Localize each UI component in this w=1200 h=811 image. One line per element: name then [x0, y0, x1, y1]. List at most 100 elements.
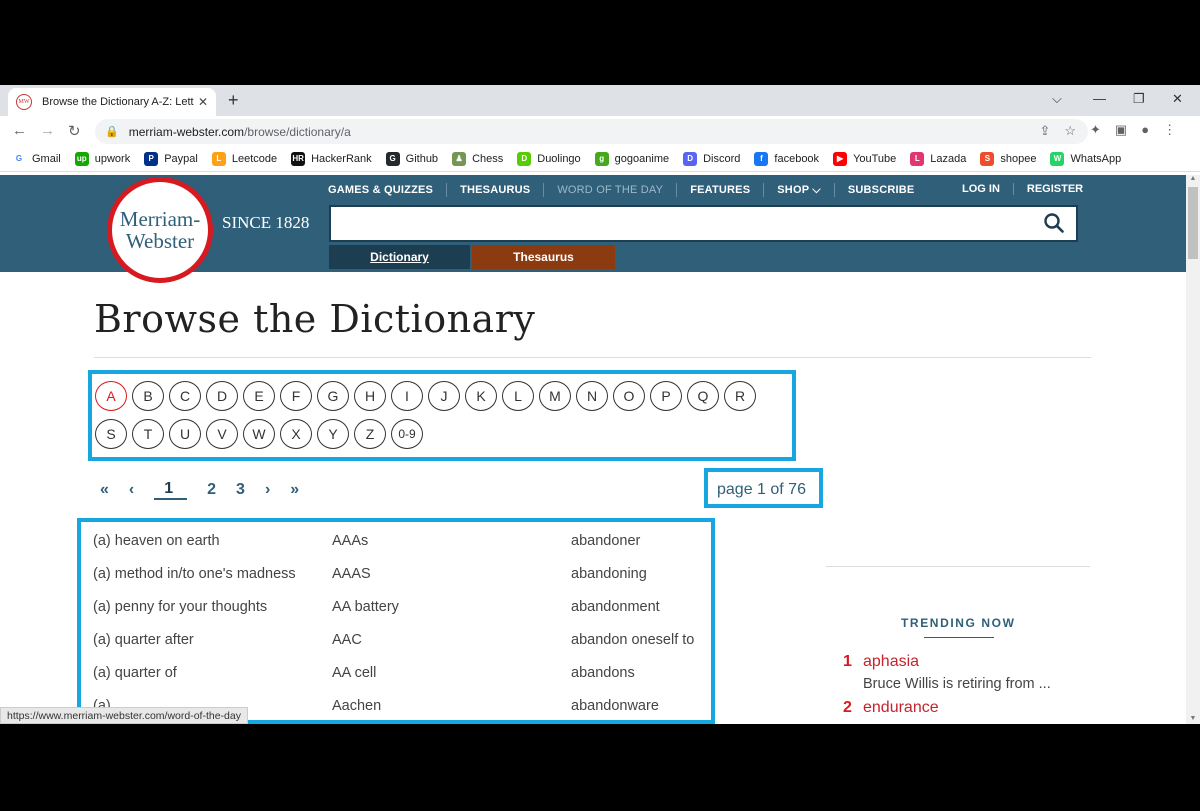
letter-link-j[interactable]: J — [428, 381, 460, 411]
letter-link-z[interactable]: Z — [354, 419, 386, 449]
letter-link-c[interactable]: C — [169, 381, 201, 411]
bookmark-lazada[interactable]: L Lazada — [910, 151, 966, 166]
letter-link-b[interactable]: B — [132, 381, 164, 411]
letter-link-r[interactable]: R — [724, 381, 756, 411]
letter-link-y[interactable]: Y — [317, 419, 349, 449]
bookmark-duolingo[interactable]: D Duolingo — [517, 151, 581, 166]
letter-link-e[interactable]: E — [243, 381, 275, 411]
forward-icon[interactable]: → — [40, 122, 55, 139]
word-link[interactable]: (a) quarter of — [93, 665, 332, 685]
register-link[interactable]: REGISTER — [1027, 183, 1083, 195]
browser-tab[interactable]: MW Browse the Dictionary A-Z: Lette ✕ — [8, 88, 216, 116]
tab-dictionary[interactable]: Dictionary — [329, 245, 470, 269]
trending-desc[interactable]: Bruce Willis is retiring from ... — [863, 676, 1051, 692]
login-link[interactable]: LOG IN — [962, 183, 1000, 195]
bookmark-facebook[interactable]: f facebook — [754, 151, 819, 166]
word-link[interactable]: abandonware — [571, 698, 713, 718]
letter-link-g[interactable]: G — [317, 381, 349, 411]
tab-search-icon[interactable]: ⌵ — [1052, 91, 1062, 107]
reload-icon[interactable]: ↻ — [68, 122, 81, 140]
page-link-3[interactable]: 3 — [236, 481, 245, 499]
word-link[interactable]: AAAs — [332, 533, 571, 553]
page-link-2[interactable]: 2 — [207, 481, 216, 499]
word-link[interactable]: abandonment — [571, 599, 713, 619]
back-icon[interactable]: ← — [12, 122, 27, 139]
letter-link-0-9[interactable]: 0-9 — [391, 419, 423, 449]
word-link[interactable]: Aachen — [332, 698, 571, 718]
word-link[interactable]: abandoner — [571, 533, 713, 553]
bookmark-hackerrank[interactable]: HR HackerRank — [291, 151, 372, 166]
extensions-icon[interactable]: ✦ — [1090, 122, 1101, 138]
word-link[interactable]: AAAS — [332, 566, 571, 586]
scrollbar-thumb[interactable] — [1188, 187, 1198, 259]
word-link[interactable]: abandons — [571, 665, 713, 685]
word-link[interactable]: (a) heaven on earth — [93, 533, 332, 553]
bookmark-github[interactable]: G Github — [385, 151, 438, 166]
word-link[interactable]: AA cell — [332, 665, 571, 685]
profile-avatar-icon[interactable]: ● — [1141, 122, 1149, 138]
word-link[interactable]: (a) quarter after — [93, 632, 332, 652]
bookmark-leetcode[interactable]: L Leetcode — [211, 151, 277, 166]
letter-link-i[interactable]: I — [391, 381, 423, 411]
merriam-webster-logo[interactable]: Merriam- Webster — [107, 177, 213, 283]
letter-link-a[interactable]: A — [95, 381, 127, 411]
nav-item-games-quizzes[interactable]: GAMES & QUIZZES — [328, 183, 448, 197]
letter-link-d[interactable]: D — [206, 381, 238, 411]
bookmark-discord[interactable]: D Discord — [683, 151, 740, 166]
search-input[interactable] — [329, 205, 1078, 242]
letter-link-t[interactable]: T — [132, 419, 164, 449]
bookmark-gogoanime[interactable]: g gogoanime — [594, 151, 669, 166]
letter-link-l[interactable]: L — [502, 381, 534, 411]
bookmark-shopee[interactable]: Sshopee — [980, 151, 1036, 166]
letter-link-k[interactable]: K — [465, 381, 497, 411]
bookmark-youtube[interactable]: ▶ YouTube — [833, 151, 896, 166]
last-page-button[interactable]: » — [290, 481, 299, 499]
side-panel-icon[interactable]: ▣ — [1115, 122, 1127, 138]
letter-link-u[interactable]: U — [169, 419, 201, 449]
page-link-1[interactable]: 1 — [154, 480, 188, 500]
nav-item-features[interactable]: FEATURES — [677, 183, 765, 197]
letter-link-v[interactable]: V — [206, 419, 238, 449]
word-link[interactable]: AA battery — [332, 599, 571, 619]
bookmark-chess[interactable]: ♟ Chess — [452, 151, 503, 166]
bookmark-upwork[interactable]: up upwork — [74, 151, 130, 166]
letter-link-n[interactable]: N — [576, 381, 608, 411]
minimize-icon[interactable]: — — [1093, 91, 1106, 106]
trending-word[interactable]: endurance — [863, 699, 939, 717]
letter-link-m[interactable]: M — [539, 381, 571, 411]
nav-item-shop[interactable]: SHOP ⌵ — [764, 183, 835, 197]
search-icon[interactable] — [1044, 213, 1064, 233]
word-link[interactable]: (a) penny for your thoughts — [93, 599, 332, 619]
bookmark-whatsapp[interactable]: W WhatsApp — [1050, 151, 1121, 166]
letter-link-f[interactable]: F — [280, 381, 312, 411]
address-bar[interactable]: 🔒 merriam-webster.com/browse/dictionary/… — [95, 119, 1088, 144]
scrollbar[interactable]: ▲ ▼ — [1186, 175, 1200, 724]
nav-item-thesaurus[interactable]: THESAURUS — [447, 183, 545, 197]
share-icon[interactable]: ⇪ — [1039, 123, 1050, 139]
word-link[interactable]: abandoning — [571, 566, 713, 586]
trending-word[interactable]: aphasia — [863, 653, 919, 671]
letter-link-p[interactable]: P — [650, 381, 682, 411]
close-tab-icon[interactable]: ✕ — [198, 95, 208, 109]
letter-link-s[interactable]: S — [95, 419, 127, 449]
restore-icon[interactable]: ❐ — [1133, 91, 1145, 107]
letter-link-q[interactable]: Q — [687, 381, 719, 411]
next-page-button[interactable]: › — [265, 481, 270, 499]
letter-link-o[interactable]: O — [613, 381, 645, 411]
word-link[interactable]: AAC — [332, 632, 571, 652]
first-page-button[interactable]: « — [100, 481, 109, 499]
new-tab-icon[interactable]: + — [228, 90, 239, 111]
menu-kebab-icon[interactable]: ⋮ — [1163, 122, 1176, 138]
letter-link-w[interactable]: W — [243, 419, 275, 449]
word-link[interactable]: (a) method in/to one's madness — [93, 566, 332, 586]
tab-thesaurus[interactable]: Thesaurus — [472, 245, 615, 269]
letter-link-x[interactable]: X — [280, 419, 312, 449]
bookmark-gmail[interactable]: G Gmail — [12, 151, 61, 166]
bookmark-star-icon[interactable]: ☆ — [1064, 123, 1076, 139]
letter-link-h[interactable]: H — [354, 381, 386, 411]
prev-page-button[interactable]: ‹ — [129, 481, 134, 499]
close-window-icon[interactable]: ✕ — [1172, 91, 1183, 107]
nav-item-subscribe[interactable]: SUBSCRIBE — [835, 183, 928, 197]
trending-item-2[interactable]: 2 endurance — [843, 699, 939, 717]
bookmark-paypal[interactable]: P Paypal — [144, 151, 198, 166]
